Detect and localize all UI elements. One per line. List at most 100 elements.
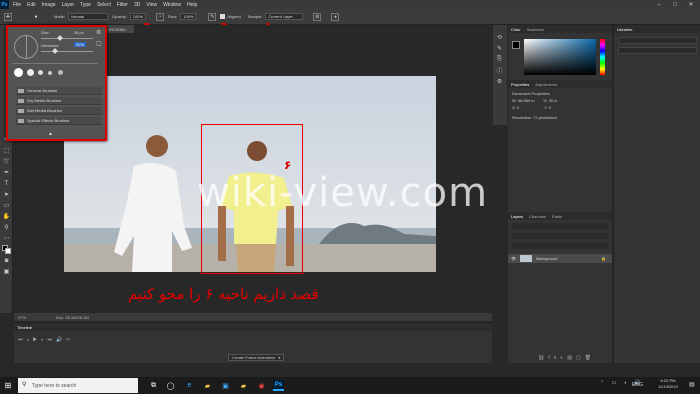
clock[interactable]: 6:22 PM 11/13/2019 <box>650 378 686 390</box>
marquee-tool-icon[interactable]: ⬚ <box>2 146 11 155</box>
store-icon[interactable]: ▣ <box>220 380 231 391</box>
brush-panel-icon[interactable]: ✎ <box>495 44 504 53</box>
pen-tool-icon[interactable]: ✒ <box>2 168 11 177</box>
menu-view[interactable]: View <box>146 2 157 8</box>
input-language[interactable]: ENG <box>632 382 643 388</box>
hardness-slider[interactable] <box>41 51 93 52</box>
quick-mask-icon[interactable]: ◙ <box>2 256 11 265</box>
history-icon[interactable]: ⟲ <box>495 33 504 42</box>
sample-select[interactable]: Current Layer <box>265 13 304 20</box>
flow-field[interactable]: 100% <box>180 13 197 20</box>
tab-paths[interactable]: Paths <box>552 214 562 219</box>
foreground-color-swatch[interactable] <box>512 41 520 49</box>
taskbar-search[interactable]: ⚲ Type here to search <box>18 378 138 393</box>
x-value[interactable]: 0 <box>517 105 519 110</box>
folder-app-icon[interactable]: ▰ <box>238 380 249 391</box>
height-value[interactable]: 30 in <box>549 98 558 103</box>
screen-mode-icon[interactable]: ▣ <box>2 267 11 276</box>
task-view-icon[interactable]: ⧉ <box>148 380 159 391</box>
size-slider[interactable] <box>41 38 93 39</box>
color-swatches-icon[interactable] <box>2 245 11 254</box>
pressure-size-icon[interactable]: ◕ <box>331 12 340 21</box>
maximize-icon[interactable]: □ <box>668 0 682 9</box>
aligned-checkbox[interactable] <box>220 14 226 19</box>
path-selection-tool-icon[interactable]: ➤ <box>2 190 11 199</box>
shape-tool-icon[interactable]: ▭ <box>2 201 11 210</box>
info-icon[interactable]: ⓘ <box>495 66 504 75</box>
doc-size-info[interactable]: Doc: 25.1M/25.1M <box>56 315 89 320</box>
width-value[interactable]: 56.889 in <box>518 98 534 103</box>
library-select[interactable] <box>618 37 697 44</box>
close-icon[interactable]: ✕ <box>684 0 698 9</box>
tab-swatches[interactable]: Swatches <box>527 27 544 32</box>
menu-select[interactable]: Select <box>97 2 111 8</box>
zoom-level[interactable]: 27% <box>18 315 26 320</box>
tab-channels[interactable]: Channels <box>529 214 546 219</box>
brush-preset-picker-icon[interactable]: ● <box>32 13 40 21</box>
popup-add-icon[interactable]: ▢ <box>96 40 102 47</box>
y-value[interactable]: 0 <box>549 105 551 110</box>
pressure-opacity-icon[interactable]: ◔ <box>155 12 164 21</box>
library-search-input[interactable] <box>618 47 697 54</box>
menu-filter[interactable]: Filter <box>117 2 128 8</box>
tab-layers[interactable]: Layers <box>511 214 523 219</box>
eye-icon[interactable]: 👁 <box>511 256 516 261</box>
brush-folder-general[interactable]: General Brushes <box>16 87 102 95</box>
opacity-field[interactable]: 100% <box>129 13 146 20</box>
brush-folder-dry-media[interactable]: Dry Media Brushes <box>16 97 102 105</box>
ignore-adjustment-icon[interactable]: ⊘ <box>313 12 322 21</box>
chrome-icon[interactable]: ◉ <box>256 380 267 391</box>
brush-tip-soft-small[interactable] <box>38 70 43 75</box>
layer-row-background[interactable]: 👁 Background 🔒 <box>508 254 612 263</box>
more-tools-icon[interactable]: ⋯ <box>2 234 11 243</box>
tab-properties[interactable]: Properties <box>511 82 529 87</box>
brush-tip-soft-tiny[interactable] <box>48 71 52 75</box>
tab-adjustments[interactable]: Adjustments <box>535 82 557 87</box>
size-slider-handle[interactable] <box>57 35 63 41</box>
lasso-tool-icon[interactable]: ➰ <box>2 157 11 166</box>
clone-stamp-tool-icon[interactable]: ⎈ <box>4 12 12 21</box>
airbrush-icon[interactable]: ✎ <box>208 12 217 21</box>
color-picker-field[interactable] <box>524 39 596 75</box>
windows-start-icon[interactable]: ⊞ <box>0 377 16 394</box>
hand-tool-icon[interactable]: ✋ <box>2 212 11 221</box>
size-value[interactable]: 38 px <box>74 30 84 35</box>
layer-lock-bar[interactable] <box>512 243 608 249</box>
clone-source-icon[interactable]: ⎘ <box>495 55 504 64</box>
brush-folder-special-effects[interactable]: Special Effects Brushes <box>16 117 102 125</box>
create-frame-animation-button[interactable]: Create Frame Animation ▾ <box>228 354 285 361</box>
adjust-icon[interactable]: ⚙ <box>495 77 504 86</box>
brush-folder-wet-media[interactable]: Wet Media Brushes <box>16 107 102 115</box>
photoshop-taskbar-icon[interactable]: Ps <box>273 380 284 391</box>
menu-edit[interactable]: Edit <box>27 2 36 8</box>
hue-slider[interactable] <box>600 39 605 75</box>
menu-type[interactable]: Type <box>80 2 91 8</box>
popup-gear-icon[interactable]: ⚙ <box>96 29 101 36</box>
hardness-value[interactable]: 22% <box>74 42 87 47</box>
minimize-icon[interactable]: – <box>652 0 666 9</box>
file-explorer-icon[interactable]: ▰ <box>202 380 213 391</box>
type-tool-icon[interactable]: T <box>2 179 11 188</box>
edge-icon[interactable]: e <box>184 380 195 391</box>
menu-3d[interactable]: 3D <box>134 2 140 8</box>
tab-color[interactable]: Color <box>511 27 521 32</box>
brush-tip-hard-large[interactable] <box>14 68 23 77</box>
layer-blend-bar[interactable] <box>512 233 608 239</box>
timeline-controls-icon[interactable]: ⏮◂▶▸⏭🔊✂ <box>18 337 74 343</box>
menu-window[interactable]: Window <box>163 2 181 8</box>
brush-tip-hard-medium[interactable] <box>27 69 34 76</box>
zoom-tool-icon[interactable]: ⚲ <box>2 223 11 232</box>
hardness-slider-handle[interactable] <box>52 48 58 54</box>
menu-layer[interactable]: Layer <box>62 2 75 8</box>
menu-image[interactable]: Image <box>42 2 56 8</box>
layer-actions-icon[interactable]: ⛓fx◐▤▢🗑 <box>538 355 595 361</box>
tab-libraries[interactable]: Libraries <box>617 27 632 32</box>
popup-resize-handle-icon[interactable]: ▲ <box>48 131 53 137</box>
notifications-icon[interactable]: ▤ <box>689 381 695 388</box>
menu-file[interactable]: File <box>13 2 21 8</box>
brush-tip-soft-mini[interactable] <box>58 70 63 75</box>
menu-help[interactable]: Help <box>187 2 197 8</box>
layer-filter-bar[interactable] <box>512 223 608 229</box>
mode-select[interactable]: Normal <box>68 13 109 20</box>
timeline-tab[interactable]: Timeline <box>17 325 32 330</box>
